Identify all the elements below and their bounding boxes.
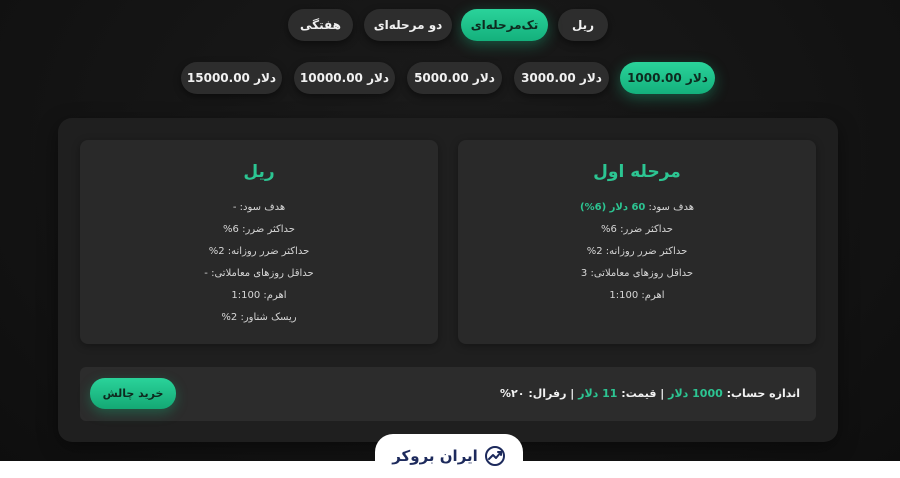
amount-3000-button[interactable]: 3000.00 دلار — [514, 62, 609, 94]
real-card-title: ریل — [243, 162, 275, 182]
summary-info: اندازه حساب: 1000 دلار | قیمت: 11 دلار |… — [500, 367, 800, 421]
profit-target-value: 60 دلار (6%) — [580, 202, 646, 213]
challenge-panel: ریل هدف سود: - حداکثر ضرر: 6% حداکثر ضرر… — [58, 118, 838, 442]
real-max-loss: حداکثر ضرر: 6% — [223, 224, 295, 235]
phase-leverage: اهرم: 1:100 — [609, 290, 665, 301]
refund-value: ۲۰% — [500, 387, 525, 400]
real-min-trading-days: حداقل روزهای معاملاتی: - — [204, 268, 314, 279]
separator: | — [570, 387, 575, 400]
tab-real[interactable]: ریل — [558, 9, 608, 41]
account-size-value: 1000 دلار — [668, 387, 723, 400]
account-size-label: اندازه حساب: — [726, 387, 800, 400]
phase-card-title: مرحله اول — [593, 162, 681, 182]
tab-two-phase[interactable]: دو مرحله‌ای — [364, 9, 452, 41]
price-label: قیمت: — [621, 387, 657, 400]
real-leverage: اهرم: 1:100 — [231, 290, 287, 301]
refund-label: رفرال: — [528, 387, 567, 400]
phase-profit-target: هدف سود: 60 دلار (6%) — [458, 197, 816, 219]
amount-15000-button[interactable]: 15000.00 دلار — [181, 62, 282, 94]
amount-10000-button[interactable]: 10000.00 دلار — [294, 62, 395, 94]
phase-max-loss: حداکثر ضرر: 6% — [601, 224, 673, 235]
trend-chart-icon — [484, 446, 505, 466]
real-max-daily-loss: حداکثر ضرر روزانه: 2% — [208, 246, 310, 257]
price-value: 11 دلار — [578, 387, 618, 400]
brand-logo: ایران بروکر — [375, 434, 523, 478]
summary-bar: اندازه حساب: 1000 دلار | قیمت: 11 دلار |… — [80, 367, 816, 421]
real-account-card: ریل هدف سود: - حداکثر ضرر: 6% حداکثر ضرر… — [80, 140, 438, 344]
separator: | — [660, 387, 665, 400]
amount-5000-button[interactable]: 5000.00 دلار — [407, 62, 502, 94]
phase-max-daily-loss: حداکثر ضرر روزانه: 2% — [586, 246, 688, 257]
real-floating-risk: ریسک شناور: 2% — [221, 312, 297, 323]
profit-target-label: هدف سود: — [648, 202, 694, 213]
tab-weekly[interactable]: هفتگی — [288, 9, 353, 41]
tab-single-phase[interactable]: تک‌مرحله‌ای — [461, 9, 548, 41]
amount-1000-button[interactable]: 1000.00 دلار — [620, 62, 715, 94]
phase-one-card: مرحله اول هدف سود: 60 دلار (6%) حداکثر ض… — [458, 140, 816, 344]
phase-min-trading-days: حداقل روزهای معاملاتی: 3 — [580, 268, 694, 279]
buy-challenge-button[interactable]: خرید چالش — [90, 378, 176, 409]
real-profit-target: هدف سود: - — [232, 202, 286, 213]
brand-name: ایران بروکر — [392, 447, 478, 465]
